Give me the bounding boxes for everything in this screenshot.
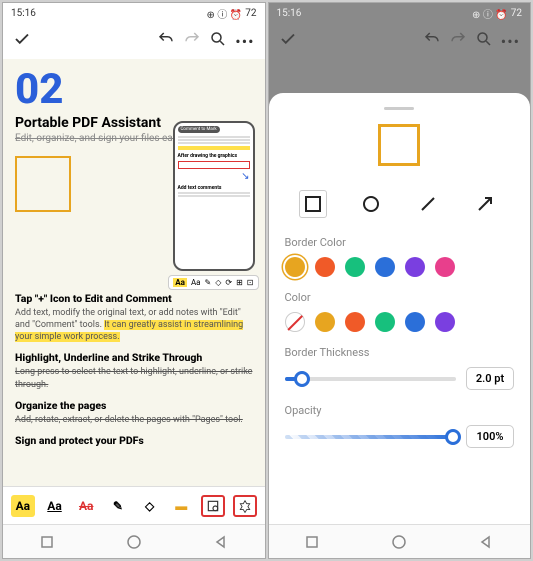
recent-icon[interactable] <box>40 535 54 549</box>
context-toolbar[interactable]: Aa Aa ✎◇⟳⊞⊡ <box>168 275 258 290</box>
undo-icon[interactable] <box>423 30 441 52</box>
pencil-tool[interactable]: ✎ <box>106 495 130 517</box>
search-icon[interactable] <box>475 30 493 52</box>
color-swatch[interactable] <box>375 257 395 277</box>
document-body[interactable]: 02 Portable PDF Assistant Edit, organize… <box>3 59 265 486</box>
section-heading: Sign and protect your PDFs <box>15 434 253 447</box>
stamp-tool[interactable] <box>201 495 225 517</box>
page-number: 02 <box>15 69 253 111</box>
color-swatch[interactable] <box>405 312 425 332</box>
top-toolbar: ••• <box>3 23 265 59</box>
shape-properties-sheet: Border Color Color Border Thickness 2.0 … <box>269 93 531 524</box>
shape-annotation[interactable] <box>15 156 71 212</box>
section-text: Add text, modify the original text, or a… <box>15 307 253 343</box>
color-swatch[interactable] <box>315 312 335 332</box>
search-icon[interactable] <box>209 30 227 52</box>
strike-tool[interactable]: Aa <box>74 495 98 517</box>
home-icon[interactable] <box>392 535 406 549</box>
confirm-icon[interactable] <box>279 30 297 52</box>
section-text: Long press to select the text to highlig… <box>15 366 253 390</box>
color-swatch[interactable] <box>345 257 365 277</box>
section-heading: Highlight, Underline and Strike Through <box>15 351 253 364</box>
underline-tool[interactable]: Aa <box>43 495 67 517</box>
system-nav <box>269 524 531 558</box>
back-icon[interactable] <box>479 535 493 549</box>
color-swatch[interactable] <box>375 312 395 332</box>
section-heading: Tap "+" Icon to Edit and Comment <box>15 292 253 305</box>
thickness-slider[interactable] <box>285 377 457 381</box>
more-icon[interactable]: ••• <box>501 32 520 51</box>
color-swatch[interactable] <box>435 312 455 332</box>
color-swatch[interactable] <box>435 257 455 277</box>
shape-preview <box>378 124 420 166</box>
fill-color-row <box>285 312 515 332</box>
border-color-label: Border Color <box>285 236 515 249</box>
bottom-tools: Aa Aa Aa ✎ ◇ ▬ <box>3 486 265 524</box>
confirm-icon[interactable] <box>13 30 31 52</box>
shape-arrow[interactable] <box>471 190 499 218</box>
eraser-tool[interactable]: ◇ <box>138 495 162 517</box>
redo-icon[interactable] <box>449 30 467 52</box>
phone-mockup: Comment to Mark After drawing the graphi… <box>173 121 255 271</box>
redo-icon[interactable] <box>183 30 201 52</box>
thickness-label: Border Thickness <box>285 346 515 359</box>
color-swatch[interactable] <box>345 312 365 332</box>
color-swatch[interactable] <box>405 257 425 277</box>
shape-picker <box>285 190 515 218</box>
home-icon[interactable] <box>127 535 141 549</box>
highlight-tool[interactable]: Aa <box>11 495 35 517</box>
shape-circle[interactable] <box>357 190 385 218</box>
more-icon[interactable]: ••• <box>235 32 254 51</box>
fill-color-label: Color <box>285 291 515 304</box>
section-heading: Organize the pages <box>15 399 253 412</box>
opacity-value[interactable]: 100% <box>466 425 514 448</box>
recent-icon[interactable] <box>305 535 319 549</box>
color-none[interactable] <box>285 312 305 332</box>
undo-icon[interactable] <box>157 30 175 52</box>
opacity-slider[interactable] <box>285 435 457 439</box>
system-nav <box>3 524 265 558</box>
color-swatch[interactable] <box>315 257 335 277</box>
opacity-label: Opacity <box>285 404 515 417</box>
section-text: Add, rotate, extract, or delete the page… <box>15 414 253 426</box>
color-swatch[interactable] <box>285 257 305 277</box>
sheet-handle[interactable] <box>384 107 414 110</box>
border-color-row <box>285 257 515 277</box>
back-icon[interactable] <box>214 535 228 549</box>
shape-square[interactable] <box>299 190 327 218</box>
note-tool[interactable]: ▬ <box>169 495 193 517</box>
status-bar: 15:16 ⊕ ⓘ ⏰ 72 <box>3 3 265 23</box>
shape-line[interactable] <box>414 190 442 218</box>
shape-tool[interactable] <box>233 495 257 517</box>
status-bar: 15:16 ⊕ ⓘ ⏰ 72 <box>269 3 531 23</box>
thickness-value[interactable]: 2.0 pt <box>466 367 514 390</box>
top-toolbar: ••• <box>269 23 531 59</box>
